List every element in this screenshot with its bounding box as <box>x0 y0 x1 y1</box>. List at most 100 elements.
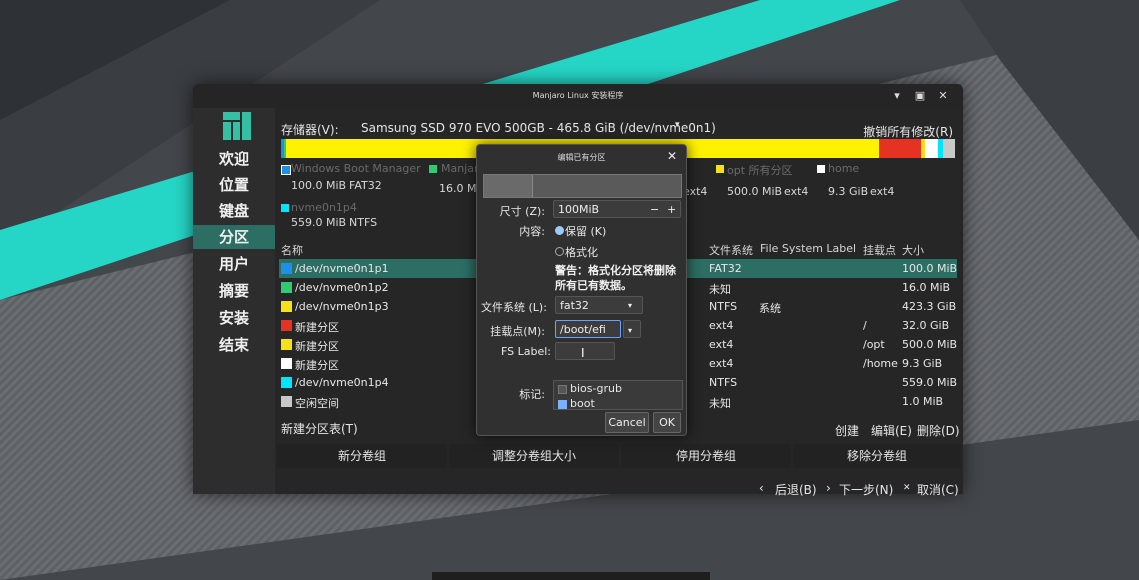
storage-device-select[interactable]: Samsung SSD 970 EVO 500GB - 465.8 GiB (/… <box>361 121 716 135</box>
taskbar <box>432 572 710 580</box>
sidebar-item-users: 用户 <box>218 255 249 273</box>
sidebar: 欢迎 位置 键盘 分区 用户 摘要 安装 结束 <box>193 108 275 494</box>
cancel-icon[interactable]: ✕ <box>903 483 911 493</box>
bar-segment-home <box>925 139 938 158</box>
filesystem-select[interactable]: fat32 ▾ <box>555 296 643 314</box>
remove-volume-group-button[interactable]: 移除分卷组 <box>793 444 961 468</box>
partition-color-swatch <box>281 358 292 369</box>
legend-size: 559.0 MiB <box>291 216 347 229</box>
filesystem-value: fat32 <box>560 299 589 312</box>
partition-name: /dev/nvme0n1p2 <box>295 281 389 294</box>
sidebar-item-install: 安装 <box>218 309 249 327</box>
filesystem-label: 文件系统 (L): <box>481 301 547 314</box>
chevron-down-icon: ▾ <box>628 326 633 335</box>
sidebar-item-keyboard: 键盘 <box>218 202 249 220</box>
legend-swatch <box>281 204 289 212</box>
partition-name: 空闲空间 <box>295 397 339 410</box>
legend-name: Windows Boot Manager <box>291 162 421 175</box>
minus-button[interactable]: − <box>650 201 659 219</box>
mount-point-dropdown[interactable]: ▾ <box>623 320 641 338</box>
close-icon[interactable]: ✕ <box>667 149 677 163</box>
next-button[interactable]: 下一步(N) <box>839 481 893 498</box>
legend-name: home <box>828 162 860 175</box>
edit-button[interactable]: 编辑(E) <box>871 422 912 439</box>
checkbox[interactable] <box>558 400 567 409</box>
sidebar-item-summary: 摘要 <box>218 282 249 300</box>
plus-button[interactable]: + <box>667 201 676 219</box>
partition-name: /dev/nvme0n1p1 <box>295 262 389 275</box>
size-spinbox[interactable]: 100MiB − + <box>553 200 681 218</box>
content-label: 内容: <box>519 225 545 238</box>
text-cursor-icon: I <box>581 346 585 360</box>
partition-color-swatch <box>281 339 292 350</box>
partition-color-swatch <box>281 263 292 274</box>
legend-size: 500.0 MiB <box>727 185 783 198</box>
legend-fs: NTFS <box>349 216 378 229</box>
partition-fs: NTFS <box>709 376 738 389</box>
minimize-button[interactable]: ▾ <box>889 88 905 104</box>
new-partition-table-button[interactable]: 新建分区表(T) <box>281 420 358 437</box>
partition-color-swatch <box>281 377 292 388</box>
mount-point-value: /boot/efi <box>560 323 606 336</box>
column-header-mount: 挂载点 <box>863 244 896 257</box>
legend-fs: FAT32 <box>349 179 382 192</box>
sidebar-item-location: 位置 <box>218 176 249 194</box>
column-header-fs: 文件系统 <box>709 244 753 257</box>
cancel-button[interactable]: 取消(C) <box>917 481 959 498</box>
back-icon[interactable]: ‹ <box>759 481 764 495</box>
dialog-cancel-button[interactable]: Cancel <box>605 412 649 433</box>
edit-partition-dialog: 编辑已有分区 ✕ 尺寸 (Z): 100MiB − + 内容: 保留 (K) 格… <box>476 144 687 436</box>
mount-point-input[interactable]: /boot/efi <box>555 320 621 338</box>
flags-list[interactable]: bios-grub boot <box>553 380 683 410</box>
partition-name: 新建分区 <box>295 340 339 353</box>
partition-mount: /opt <box>863 338 885 351</box>
checkbox[interactable] <box>558 385 567 394</box>
partition-color-swatch <box>281 320 292 331</box>
bar-segment-root <box>879 139 921 158</box>
chevron-down-icon[interactable]: ▾ <box>675 120 680 130</box>
fs-label-input[interactable] <box>555 342 615 360</box>
partition-fs: ext4 <box>709 338 734 351</box>
legend-size: 16.0 Mi <box>439 182 480 195</box>
legend-name: opt 所有分区 <box>727 164 793 177</box>
dialog-title: 编辑已有分区 <box>557 153 606 162</box>
format-radio[interactable] <box>555 247 564 256</box>
column-header-fs-label: File System Label <box>760 242 857 255</box>
dialog-ok-button[interactable]: OK <box>653 412 681 433</box>
partition-size-preview <box>483 174 682 198</box>
fs-label-label: FS Label: <box>501 345 551 358</box>
partition-name: 新建分区 <box>295 359 339 372</box>
window-title: Manjaro Linux 安装程序 <box>532 91 624 100</box>
keep-radio-label: 保留 (K) <box>565 225 607 238</box>
partition-size: 32.0 GiB <box>902 319 950 332</box>
partition-fs: 未知 <box>709 283 731 296</box>
legend-swatch <box>429 165 437 173</box>
close-button[interactable]: ✕ <box>935 88 951 104</box>
flag-item[interactable]: bios-grub <box>558 382 622 395</box>
chevron-down-icon: ▾ <box>628 301 633 310</box>
flag-item[interactable]: boot <box>558 397 595 409</box>
size-label: 尺寸 (Z): <box>499 205 545 218</box>
deactivate-volume-group-button[interactable]: 停用分卷组 <box>621 444 791 468</box>
next-icon[interactable]: › <box>826 481 831 495</box>
format-warning: 警告：格式化分区将删除所有已有数据。 <box>555 264 676 292</box>
revert-all-button[interactable]: 撤销所有修改(R) <box>863 123 953 140</box>
maximize-button[interactable]: ▣ <box>912 88 928 104</box>
size-value: 100MiB <box>558 203 600 216</box>
partition-size-handle[interactable] <box>484 175 533 197</box>
partition-size: 9.3 GiB <box>902 357 943 370</box>
partition-mount: / <box>863 319 867 332</box>
partition-size: 16.0 MiB <box>902 281 951 294</box>
new-volume-group-button[interactable]: 新分卷组 <box>277 444 447 468</box>
partition-size: 500.0 MiB <box>902 338 958 351</box>
create-button[interactable]: 创建 <box>835 422 859 439</box>
resize-volume-group-button[interactable]: 调整分卷组大小 <box>449 444 619 468</box>
keep-radio[interactable] <box>555 226 564 235</box>
partition-name: 新建分区 <box>295 321 339 334</box>
back-button[interactable]: 后退(B) <box>775 481 817 498</box>
delete-button[interactable]: 删除(D) <box>917 422 960 439</box>
partition-color-swatch <box>281 282 292 293</box>
flags-label: 标记: <box>519 388 545 401</box>
legend-fs: ext4 <box>784 185 809 198</box>
partition-mount: /home <box>863 357 898 370</box>
